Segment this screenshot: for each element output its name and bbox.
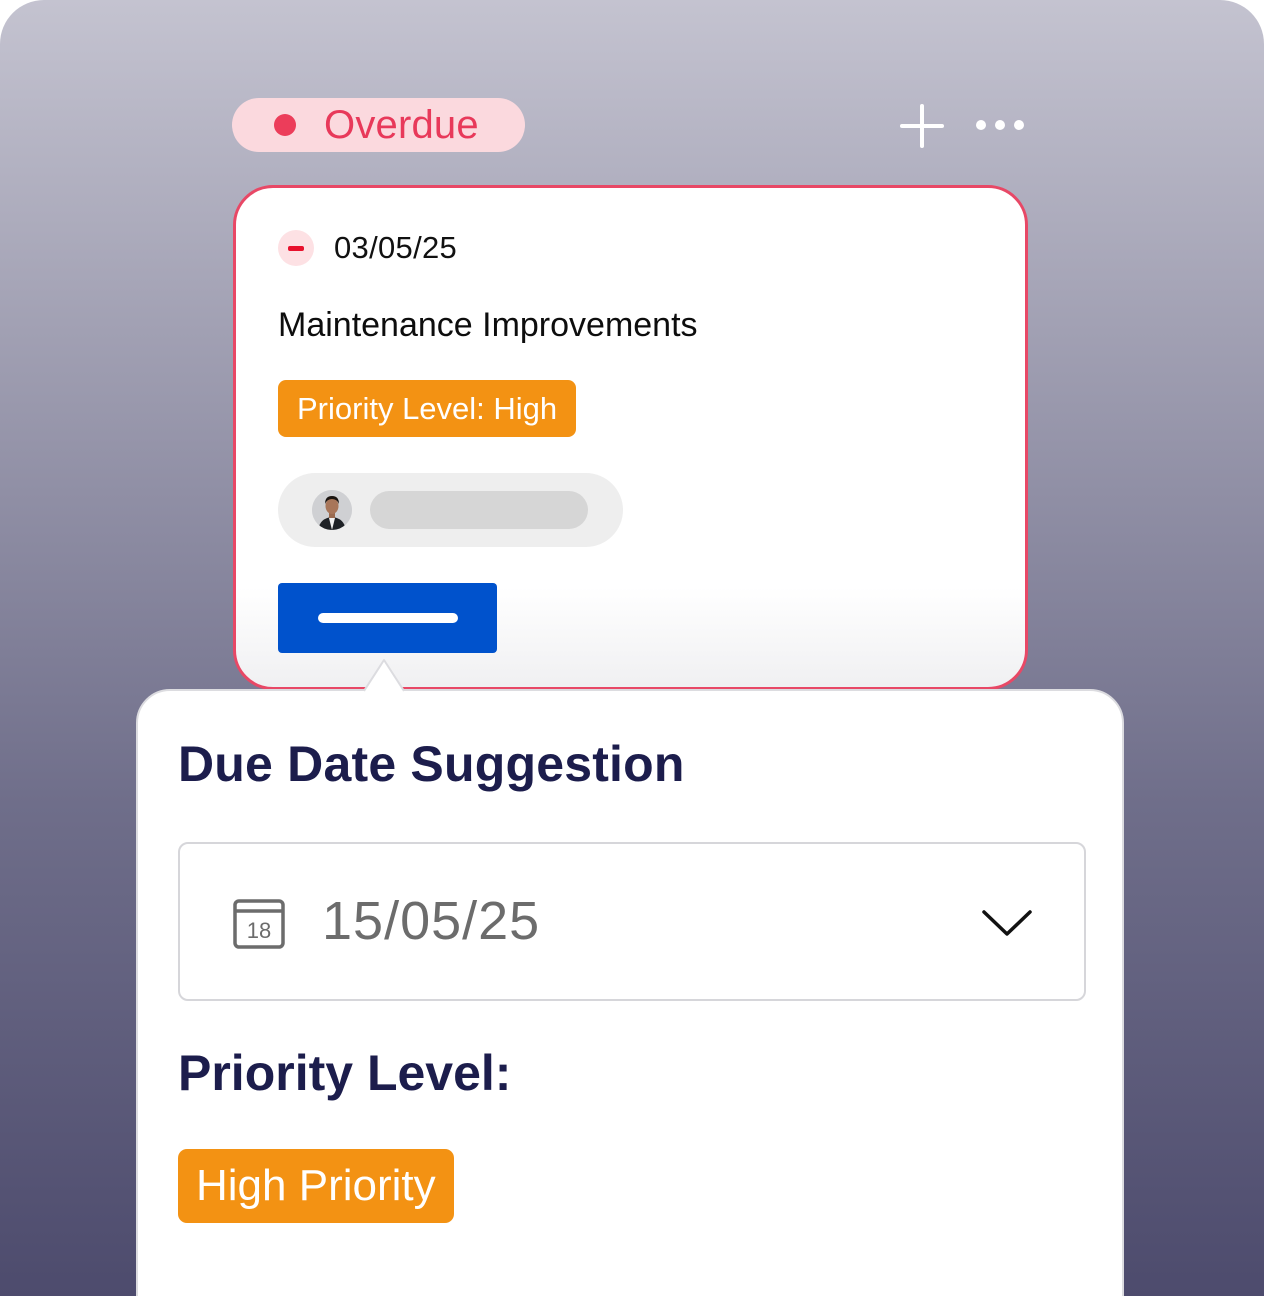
overdue-minus-icon <box>278 230 314 266</box>
card-date-row: 03/05/25 <box>278 230 457 266</box>
status-label: Overdue <box>324 102 479 147</box>
suggested-date-value: 15/05/25 <box>322 891 541 951</box>
priority-level-heading: Priority Level: <box>178 1045 512 1101</box>
due-date-select[interactable]: 18 15/05/25 <box>178 842 1086 1001</box>
high-priority-badge[interactable]: High Priority <box>178 1149 454 1223</box>
button-label-placeholder <box>318 613 458 623</box>
status-dot-icon <box>274 114 296 136</box>
avatar <box>312 490 352 530</box>
plus-icon[interactable] <box>900 104 944 148</box>
chevron-down-icon[interactable] <box>980 906 1034 940</box>
assignee-chip[interactable] <box>278 473 623 547</box>
calendar-icon: 18 <box>233 899 285 949</box>
overdue-status-pill[interactable]: Overdue <box>232 98 525 152</box>
card-title: Maintenance Improvements <box>278 306 698 344</box>
card-priority-chip: Priority Level: High <box>278 380 577 437</box>
card-due-date: 03/05/25 <box>334 230 458 265</box>
popover-pointer <box>364 659 404 692</box>
popover-title: Due Date Suggestion <box>178 736 685 792</box>
task-card[interactable]: 03/05/25 Maintenance Improvements Priori… <box>233 185 1028 690</box>
due-date-suggestion-popover: Due Date Suggestion 18 15/05/25 Priority… <box>136 689 1124 1296</box>
board-background: Overdue 03/05/25 Maintenance Improvement… <box>0 0 1264 1296</box>
assignee-name-placeholder <box>370 491 588 529</box>
card-action-button[interactable] <box>278 583 497 653</box>
calendar-icon-day: 18 <box>247 918 271 943</box>
more-horizontal-icon[interactable] <box>972 110 1028 140</box>
